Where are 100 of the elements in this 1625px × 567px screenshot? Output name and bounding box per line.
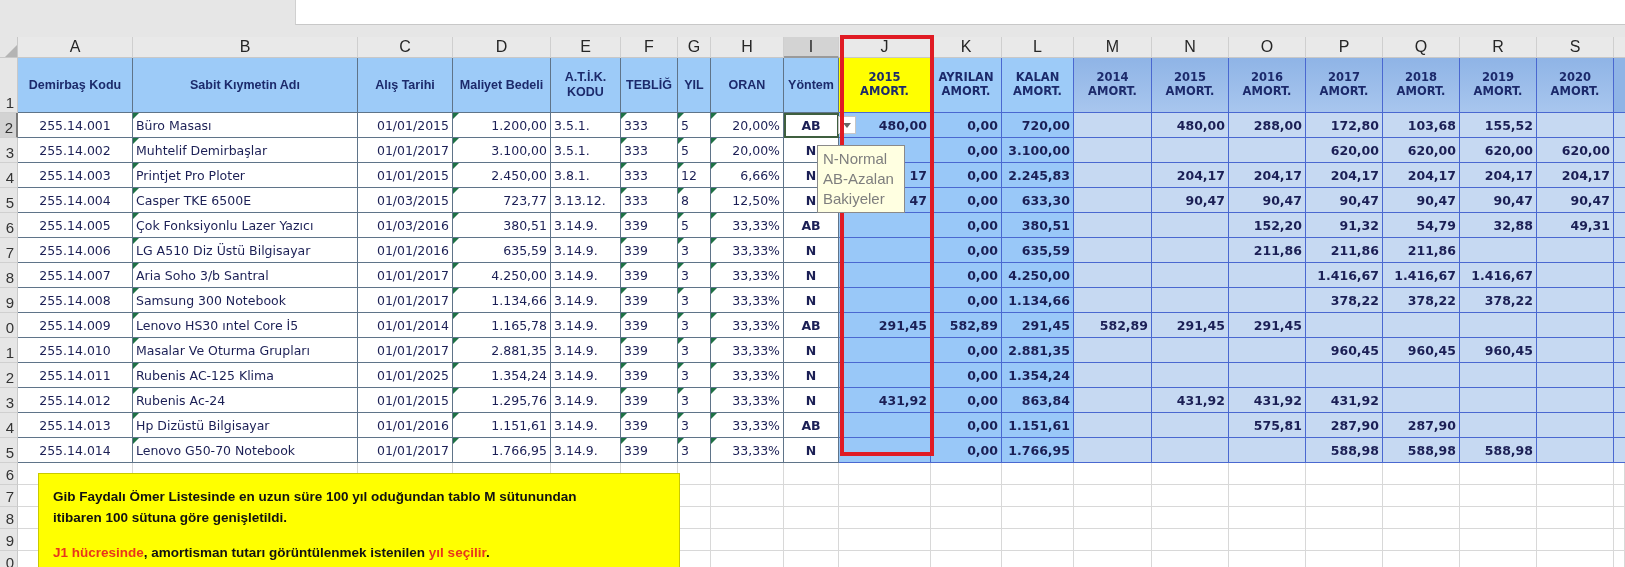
row-header[interactable]: 5 (0, 188, 18, 213)
cell-text: 333 (624, 142, 648, 158)
cell-text: 380,51 (503, 217, 547, 233)
row-header[interactable]: 6 (0, 213, 18, 238)
column-header[interactable]: G (678, 37, 711, 58)
cell-text: 33,33% (732, 242, 780, 258)
cell-text: 1.165,78 (491, 317, 547, 333)
grid-cell (1614, 507, 1625, 529)
cell-text: 287,90 (1330, 417, 1379, 433)
cell-text: 49,31 (1570, 217, 1610, 233)
cell-text: 255.14.011 (39, 367, 111, 383)
grid-cell (1614, 413, 1625, 438)
column-header[interactable]: A (18, 37, 133, 58)
row-header[interactable]: 8 (0, 507, 18, 529)
column-header[interactable]: I (784, 37, 839, 58)
cell-text: 0,00 (967, 292, 998, 308)
cell-text: 5 (681, 217, 689, 233)
column-title: AYRILAN AMORT. (931, 58, 1002, 113)
row-header[interactable]: 7 (0, 485, 18, 507)
column-header[interactable]: N (1152, 37, 1229, 58)
formula-bar[interactable] (295, 0, 1625, 25)
column-header[interactable]: P (1306, 37, 1383, 58)
cell-text: 255.14.002 (39, 142, 111, 158)
cell-text: AB (801, 417, 821, 433)
active-cell[interactable]: AB (784, 113, 839, 138)
column-header[interactable]: R (1460, 37, 1537, 58)
cell-text: 635,59 (503, 242, 547, 258)
cell-text: 431,92 (1330, 392, 1379, 408)
cell-text: 3.100,00 (1008, 142, 1070, 158)
cell-text: 339 (624, 367, 648, 383)
column-header[interactable]: L (1002, 37, 1074, 58)
column-header[interactable]: E (551, 37, 621, 58)
row-header[interactable]: 2 (0, 363, 18, 388)
cell-text: 3 (681, 392, 689, 408)
cell-text: 20,00% (732, 117, 780, 133)
row-header[interactable]: 5 (0, 438, 18, 463)
cell-text: Muhtelif Demirbaşlar (136, 142, 268, 158)
cell-text: 204,17 (1330, 167, 1379, 183)
cell-text: 0,00 (967, 217, 998, 233)
cell-text: 155,52 (1484, 117, 1533, 133)
cell-text: 1.416,67 (1394, 267, 1456, 283)
cell-text: 33,33% (732, 217, 780, 233)
row-header[interactable]: 6 (0, 463, 18, 485)
cell-text: 3.14.9. (554, 392, 598, 408)
column-header[interactable]: M (1074, 37, 1152, 58)
row-header[interactable]: 1 (0, 58, 18, 113)
grid-cell (678, 485, 711, 507)
cell-text: 3.5.1. (554, 117, 590, 133)
cell-text: 0,00 (967, 242, 998, 258)
cell-text: 32,88 (1493, 217, 1533, 233)
cell-text: AB (801, 117, 821, 133)
cell-text: 1.354,24 (1008, 367, 1070, 383)
row-header[interactable]: 0 (0, 313, 18, 338)
row-header[interactable]: 4 (0, 413, 18, 438)
cell-text: 1.151,61 (491, 417, 547, 433)
cell-text: 255.14.007 (39, 267, 111, 283)
cell-text: 90,47 (1185, 192, 1225, 208)
column-title: 2015 AMORT. (839, 58, 931, 113)
cell-text: 339 (624, 267, 648, 283)
cell-text: 4.250,00 (491, 267, 547, 283)
cell-text: 3 (681, 342, 689, 358)
column-header[interactable]: B (133, 37, 358, 58)
cell-text: 3 (681, 317, 689, 333)
cell-text: 1.416,67 (1471, 267, 1533, 283)
column-header[interactable]: F (621, 37, 678, 58)
column-header[interactable]: Q (1383, 37, 1460, 58)
cell-text: Çok Fonksiyonlu Lazer Yazıcı (136, 217, 314, 233)
row-header[interactable]: 1 (0, 338, 18, 363)
row-header[interactable]: 8 (0, 263, 18, 288)
cell-text: Rubenis AC-125 Klima (136, 367, 274, 383)
cell-text: Lenovo G50-70 Notebook (136, 442, 296, 458)
cell-text: 255.14.008 (39, 292, 111, 308)
cell-text: 431,92 (878, 392, 927, 408)
row-header[interactable]: 9 (0, 529, 18, 551)
tooltip-text: AB-Azalan (823, 169, 895, 189)
cell-text: 723,77 (503, 192, 547, 208)
row-header[interactable]: 4 (0, 163, 18, 188)
cell-text: 54,79 (1416, 217, 1456, 233)
column-header[interactable]: C (358, 37, 453, 58)
cell-text: 431,92 (1176, 392, 1225, 408)
row-header[interactable]: 7 (0, 238, 18, 263)
cell-text: 1.200,00 (491, 117, 547, 133)
cell-text: 4.250,00 (1008, 267, 1070, 283)
cell-text: 6,66% (740, 167, 780, 183)
column-header[interactable]: H (711, 37, 784, 58)
row-header[interactable]: 3 (0, 138, 18, 163)
column-header[interactable]: K (931, 37, 1002, 58)
cell-text: 635,59 (1021, 242, 1070, 258)
cell-text: 255.14.005 (39, 217, 111, 233)
row-header[interactable]: 9 (0, 288, 18, 313)
select-all-button[interactable] (0, 37, 18, 58)
cell-text: 582,89 (1099, 317, 1148, 333)
row-header[interactable]: 3 (0, 388, 18, 413)
column-header[interactable]: D (453, 37, 551, 58)
grid-cell (1614, 363, 1625, 388)
column-title: Demirbaş Kodu (18, 58, 133, 113)
row-header[interactable]: 2 (0, 113, 18, 138)
column-header[interactable]: S (1537, 37, 1614, 58)
cell-text: LG A510 Diz Üstü Bilgisayar (136, 242, 311, 258)
column-header[interactable]: O (1229, 37, 1306, 58)
